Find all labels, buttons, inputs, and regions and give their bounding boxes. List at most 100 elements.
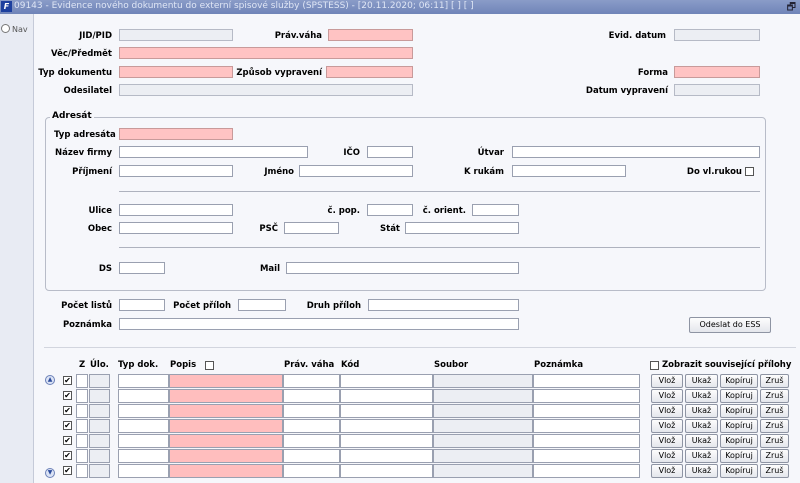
typ-dok-cell[interactable] [118, 374, 169, 388]
ukaz-button[interactable]: Ukaž [685, 374, 718, 388]
mail-field[interactable] [286, 262, 519, 274]
nazev-firmy-field[interactable] [119, 146, 308, 158]
z-cell[interactable] [76, 374, 88, 388]
utvar-field[interactable] [512, 146, 760, 158]
prav-vaha-cell[interactable] [283, 419, 340, 433]
kod-cell[interactable] [340, 374, 433, 388]
ds-field[interactable] [119, 262, 165, 274]
z-cell[interactable] [76, 404, 88, 418]
kod-cell[interactable] [340, 404, 433, 418]
row-checkbox[interactable]: ✔ [63, 466, 72, 475]
vec-field[interactable] [119, 47, 413, 59]
zrus-button[interactable]: Zruš [760, 389, 789, 403]
prav-vaha-cell[interactable] [283, 449, 340, 463]
zrus-button[interactable]: Zruš [760, 449, 789, 463]
poznamka-cell[interactable] [533, 404, 640, 418]
vloz-button[interactable]: Vlož [651, 404, 683, 418]
kod-cell[interactable] [340, 389, 433, 403]
z-cell[interactable] [76, 449, 88, 463]
row-checkbox[interactable]: ✔ [63, 436, 72, 445]
kopiruj-button[interactable]: Kopíruj [720, 374, 758, 388]
ukaz-button[interactable]: Ukaž [685, 419, 718, 433]
kopiruj-button[interactable]: Kopíruj [720, 449, 758, 463]
poznamka-cell[interactable] [533, 389, 640, 403]
poznamka-cell[interactable] [533, 449, 640, 463]
poznamka-cell[interactable] [533, 434, 640, 448]
prav-vaha-cell[interactable] [283, 389, 340, 403]
druh-priloh-field[interactable] [368, 299, 519, 311]
pocet-listu-field[interactable] [119, 299, 165, 311]
prav-vaha-cell[interactable] [283, 374, 340, 388]
typ-adresata-field[interactable] [119, 128, 233, 140]
kod-cell[interactable] [340, 464, 433, 478]
kopiruj-button[interactable]: Kopíruj [720, 419, 758, 433]
ukaz-button[interactable]: Ukaž [685, 434, 718, 448]
typ-dok-cell[interactable] [118, 464, 169, 478]
pocet-priloh-field[interactable] [238, 299, 286, 311]
prav-vaha-field[interactable] [328, 29, 413, 41]
popis-cell[interactable] [169, 389, 283, 403]
row-checkbox[interactable]: ✔ [63, 376, 72, 385]
popis-cell[interactable] [169, 464, 283, 478]
z-cell[interactable] [76, 434, 88, 448]
kod-cell[interactable] [340, 449, 433, 463]
kopiruj-button[interactable]: Kopíruj [720, 389, 758, 403]
kod-cell[interactable] [340, 434, 433, 448]
scroll-up-icon[interactable]: ▲ [45, 375, 55, 385]
ulice-field[interactable] [119, 204, 233, 216]
prav-vaha-cell[interactable] [283, 434, 340, 448]
poznamka-cell[interactable] [533, 419, 640, 433]
kopiruj-button[interactable]: Kopíruj [720, 404, 758, 418]
nav-button[interactable]: Nav [1, 24, 28, 34]
row-checkbox[interactable]: ✔ [63, 391, 72, 400]
psc-field[interactable] [284, 222, 339, 234]
vloz-button[interactable]: Vlož [651, 419, 683, 433]
z-cell[interactable] [76, 389, 88, 403]
kopiruj-button[interactable]: Kopíruj [720, 464, 758, 478]
row-checkbox[interactable]: ✔ [63, 451, 72, 460]
ukaz-button[interactable]: Ukaž [685, 404, 718, 418]
zrus-button[interactable]: Zruš [760, 404, 789, 418]
poznamka-cell[interactable] [533, 374, 640, 388]
k-rukam-field[interactable] [512, 165, 626, 177]
popis-cell[interactable] [169, 419, 283, 433]
kopiruj-button[interactable]: Kopíruj [720, 434, 758, 448]
show-related-checkbox[interactable] [650, 361, 659, 370]
prav-vaha-cell[interactable] [283, 404, 340, 418]
popis-cell[interactable] [169, 374, 283, 388]
odeslat-button[interactable]: Odeslat do ESS [689, 317, 771, 333]
typ-dok-cell[interactable] [118, 434, 169, 448]
row-checkbox[interactable]: ✔ [63, 421, 72, 430]
vloz-button[interactable]: Vlož [651, 434, 683, 448]
typ-dok-cell[interactable] [118, 404, 169, 418]
obec-field[interactable] [119, 222, 233, 234]
scroll-down-icon[interactable]: ▼ [45, 468, 55, 478]
ukaz-button[interactable]: Ukaž [685, 389, 718, 403]
popis-cell[interactable] [169, 434, 283, 448]
vloz-button[interactable]: Vlož [651, 374, 683, 388]
zrus-button[interactable]: Zruš [760, 419, 789, 433]
prav-vaha-cell[interactable] [283, 464, 340, 478]
typ-dokumentu-field[interactable] [119, 66, 233, 78]
ico-field[interactable] [367, 146, 413, 158]
c-pop-field[interactable] [367, 204, 413, 216]
do-vl-rukou-checkbox[interactable] [745, 167, 754, 176]
popis-cell[interactable] [169, 404, 283, 418]
vloz-button[interactable]: Vlož [651, 389, 683, 403]
poznamka-field[interactable] [119, 318, 519, 330]
vloz-button[interactable]: Vlož [651, 449, 683, 463]
popis-cell[interactable] [169, 449, 283, 463]
c-orient-field[interactable] [472, 204, 519, 216]
zpusob-field[interactable] [326, 66, 413, 78]
typ-dok-cell[interactable] [118, 419, 169, 433]
jmeno-field[interactable] [299, 165, 413, 177]
zrus-button[interactable]: Zruš [760, 434, 789, 448]
ukaz-button[interactable]: Ukaž [685, 449, 718, 463]
typ-dok-cell[interactable] [118, 389, 169, 403]
kod-cell[interactable] [340, 419, 433, 433]
ukaz-button[interactable]: Ukaž [685, 464, 718, 478]
poznamka-cell[interactable] [533, 464, 640, 478]
vloz-button[interactable]: Vlož [651, 464, 683, 478]
z-cell[interactable] [76, 419, 88, 433]
popis-checkbox[interactable] [205, 361, 214, 370]
